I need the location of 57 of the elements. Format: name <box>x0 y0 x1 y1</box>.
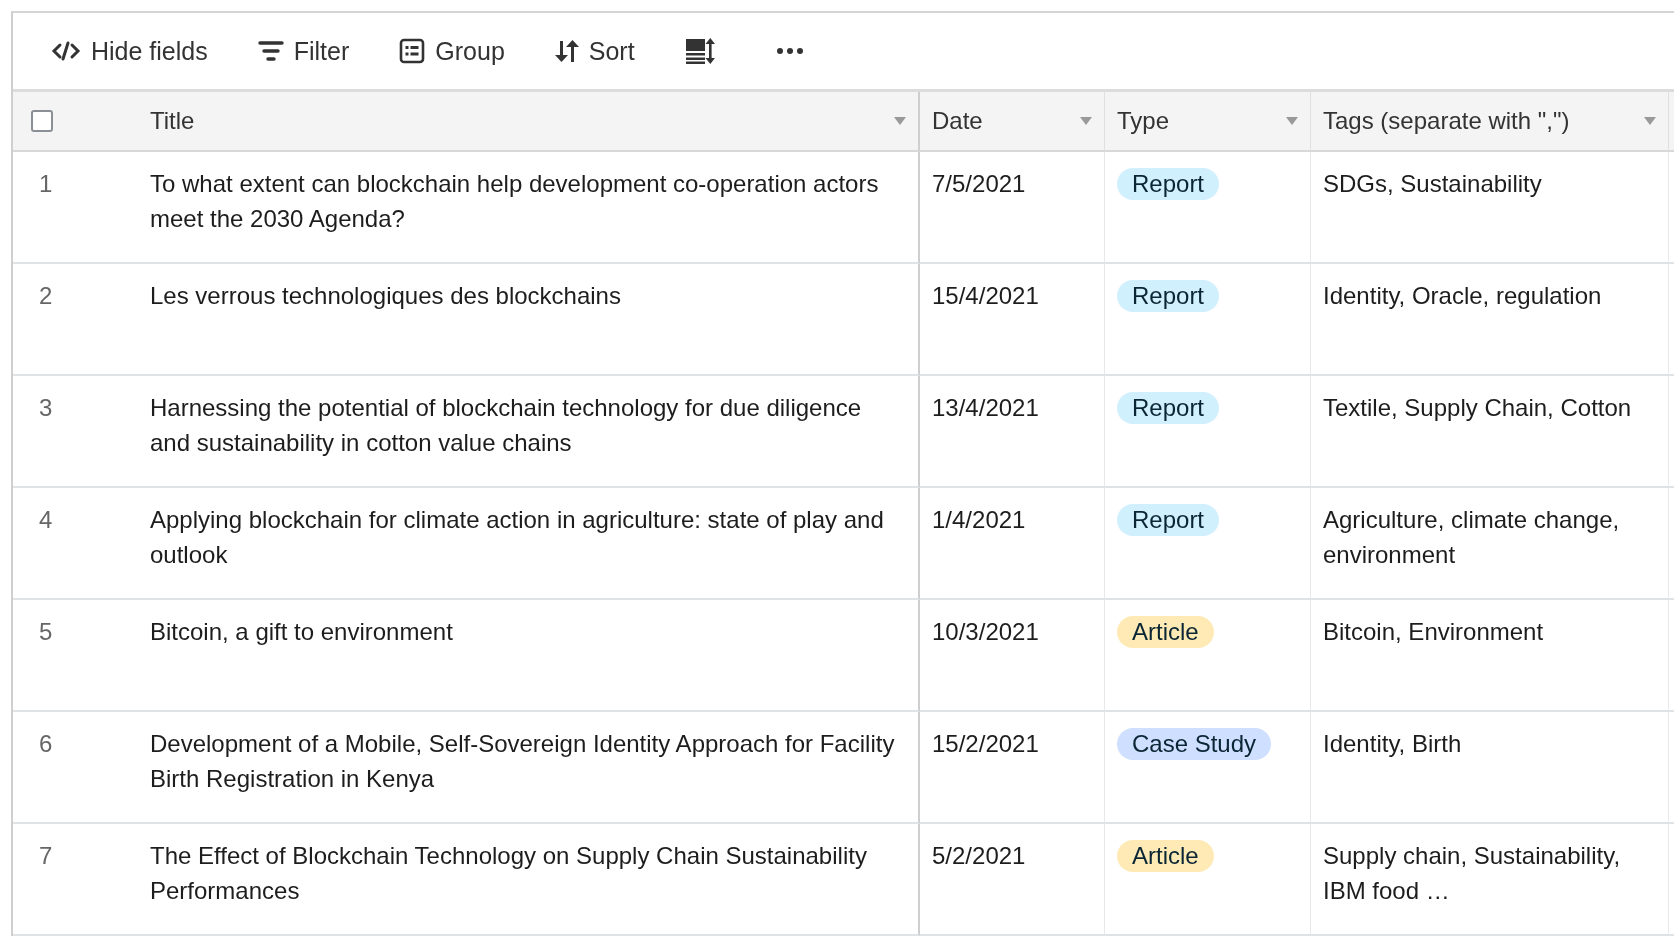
group-button[interactable]: Group <box>391 30 513 72</box>
filter-button[interactable]: Filter <box>249 30 358 72</box>
caret-icon[interactable] <box>894 117 906 125</box>
row-number: 3 <box>39 394 53 421</box>
table-cell: 15/2/2021 <box>932 730 1039 757</box>
table-cell: Identity, Oracle, regulation <box>1323 282 1602 309</box>
table-cell: Agriculture, climate change, environment <box>1323 506 1620 568</box>
table-cell: Bitcoin, a gift to environment <box>150 618 453 645</box>
caret-icon[interactable] <box>1286 117 1298 125</box>
row-height-icon[interactable] <box>684 38 715 64</box>
column-title: Tags (separate with ",") <box>1323 107 1570 135</box>
type-tag: Report <box>1117 392 1220 424</box>
column-header[interactable]: Date <box>920 92 1105 152</box>
table-cell: The Effect of Blockchain Technology on Supply Chain Sustainability Performances <box>150 842 867 904</box>
more-icon[interactable] <box>776 48 803 54</box>
column-title: Title <box>150 107 195 135</box>
column-header[interactable]: Type <box>1105 92 1311 152</box>
table-cell: 5/2/2021 <box>932 842 1026 869</box>
sort-button[interactable]: Sort <box>546 30 643 72</box>
type-tag: Report <box>1117 280 1220 312</box>
row-number: 6 <box>39 730 53 757</box>
table-cell: 10/3/2021 <box>932 618 1039 645</box>
table-cell: Development of a Mobile, Self-Sovereign Identity Approach for Facility Birth Registration in Kenya <box>150 730 895 792</box>
table-cell: Les verrous technologiques des blockchains <box>150 282 621 309</box>
table-cell: Applying blockchain for climate action in agriculture: state of play and outlook <box>150 506 884 568</box>
table-cell: 1/4/2021 <box>932 506 1026 533</box>
table-cell: 13/4/2021 <box>932 394 1039 421</box>
row-number: 5 <box>39 618 53 645</box>
column-title: Type <box>1117 107 1170 135</box>
type-tag: Report <box>1117 504 1220 536</box>
table-cell: Harnessing the potential of blockchain technology for due diligence and sustainability in cotton value chains <box>150 394 862 456</box>
filter-icon <box>257 40 284 62</box>
select-all-checkbox[interactable] <box>31 110 53 132</box>
caret-icon[interactable] <box>1644 117 1656 125</box>
type-tag: Case Study <box>1117 728 1272 760</box>
row-number: 4 <box>39 506 53 533</box>
table-cell: 15/4/2021 <box>932 282 1039 309</box>
row-number: 7 <box>39 842 53 869</box>
type-tag: Report <box>1117 168 1220 200</box>
sort-icon <box>554 39 579 63</box>
row-number: 2 <box>39 282 53 309</box>
list-icon <box>399 38 426 64</box>
column-title: Date <box>932 107 983 135</box>
caret-icon[interactable] <box>1080 117 1092 125</box>
column-header[interactable]: Title <box>138 92 920 152</box>
table-cell: Bitcoin, Environment <box>1323 618 1544 645</box>
column-header[interactable]: Tags (separate with ",") <box>1311 92 1669 152</box>
table-cell: To what extent can blockchain help development co-operation actors meet the 2030 Agenda? <box>150 170 879 232</box>
hide-button[interactable]: Hide fields <box>43 30 216 72</box>
type-tag: Article <box>1117 840 1214 872</box>
table-cell: 7/5/2021 <box>932 170 1026 197</box>
table-cell: SDGs, Sustainability <box>1323 170 1542 197</box>
table-cell: Identity, Birth <box>1323 730 1462 757</box>
type-tag: Article <box>1117 616 1214 648</box>
table-cell: Supply chain, Sustainability, IBM food … <box>1323 842 1621 904</box>
row-number: 1 <box>39 170 53 197</box>
table-cell: Textile, Supply Chain, Cotton <box>1323 394 1632 421</box>
